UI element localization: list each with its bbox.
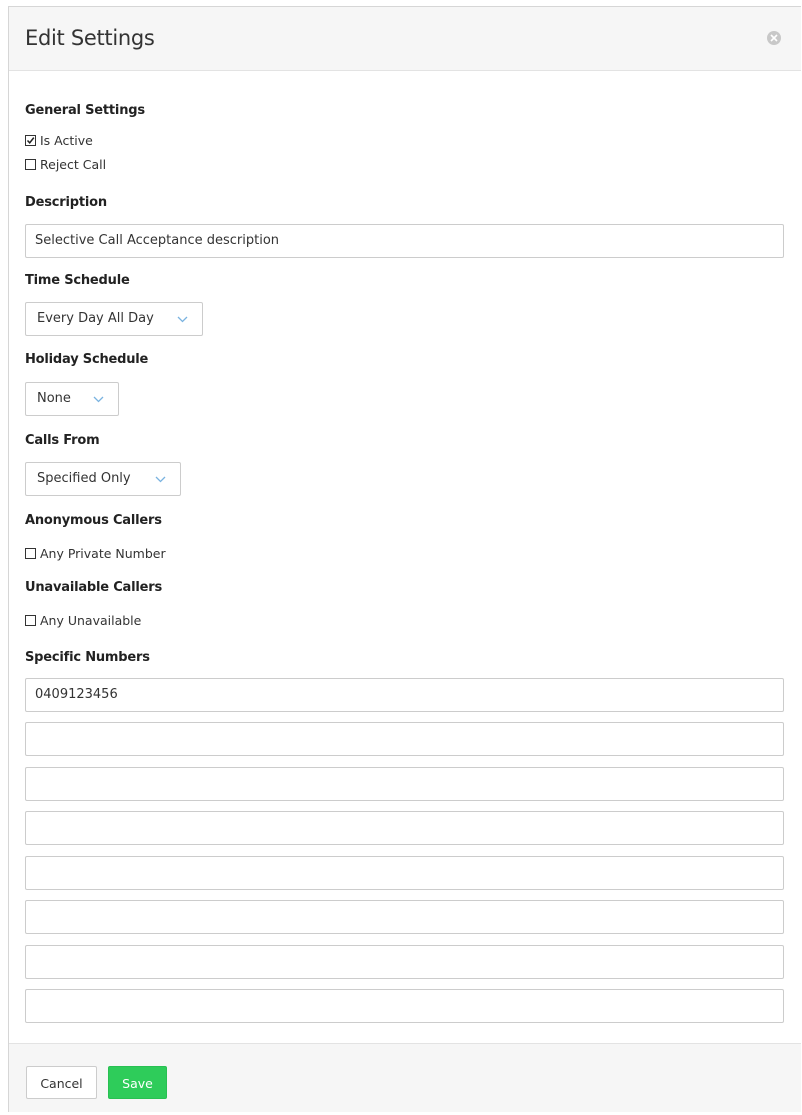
checkbox-unchecked-icon [25,159,36,170]
checkbox-unchecked-icon [25,615,36,626]
edit-settings-modal: Edit Settings General Settings Is Active… [8,6,801,1112]
modal-title: Edit Settings [25,26,155,50]
specific-number-input[interactable]: 0409123456 [25,678,784,712]
specific-numbers-heading: Specific Numbers [25,650,150,665]
chevron-down-icon [93,396,104,403]
time-schedule-heading: Time Schedule [25,273,130,288]
calls-from-value: Specified Only [37,471,131,486]
modal-header: Edit Settings [9,7,801,71]
close-icon[interactable] [767,31,781,45]
holiday-schedule-value: None [37,391,71,406]
any-unavailable-label: Any Unavailable [40,613,142,628]
specific-number-input[interactable] [25,989,784,1023]
cancel-button[interactable]: Cancel [26,1066,97,1099]
any-private-number-label: Any Private Number [40,546,166,561]
description-input[interactable]: Selective Call Acceptance description [25,224,784,258]
time-schedule-select[interactable]: Every Day All Day [25,302,203,336]
checkbox-unchecked-icon [25,548,36,559]
chevron-down-icon [177,316,188,323]
holiday-schedule-select[interactable]: None [25,382,119,416]
specific-number-input[interactable] [25,945,784,979]
calls-from-select[interactable]: Specified Only [25,462,181,496]
specific-number-input[interactable] [25,722,784,756]
time-schedule-value: Every Day All Day [37,311,154,326]
general-settings-heading: General Settings [25,103,145,118]
save-button[interactable]: Save [108,1066,167,1099]
specific-number-input[interactable] [25,811,784,845]
specific-number-input[interactable] [25,856,784,890]
any-unavailable-checkbox[interactable]: Any Unavailable [25,613,141,628]
checkbox-checked-icon [25,135,36,146]
chevron-down-icon [155,476,166,483]
holiday-schedule-heading: Holiday Schedule [25,352,149,367]
reject-call-label: Reject Call [40,157,107,172]
description-heading: Description [25,195,107,210]
unavailable-callers-heading: Unavailable Callers [25,580,163,595]
specific-number-input[interactable] [25,900,784,934]
is-active-label: Is Active [40,133,93,148]
reject-call-checkbox[interactable]: Reject Call [25,157,106,172]
modal-footer: Cancel Save [9,1043,801,1112]
anonymous-callers-heading: Anonymous Callers [25,513,162,528]
any-private-number-checkbox[interactable]: Any Private Number [25,546,166,561]
calls-from-heading: Calls From [25,433,100,448]
specific-number-input[interactable] [25,767,784,801]
is-active-checkbox[interactable]: Is Active [25,133,93,148]
